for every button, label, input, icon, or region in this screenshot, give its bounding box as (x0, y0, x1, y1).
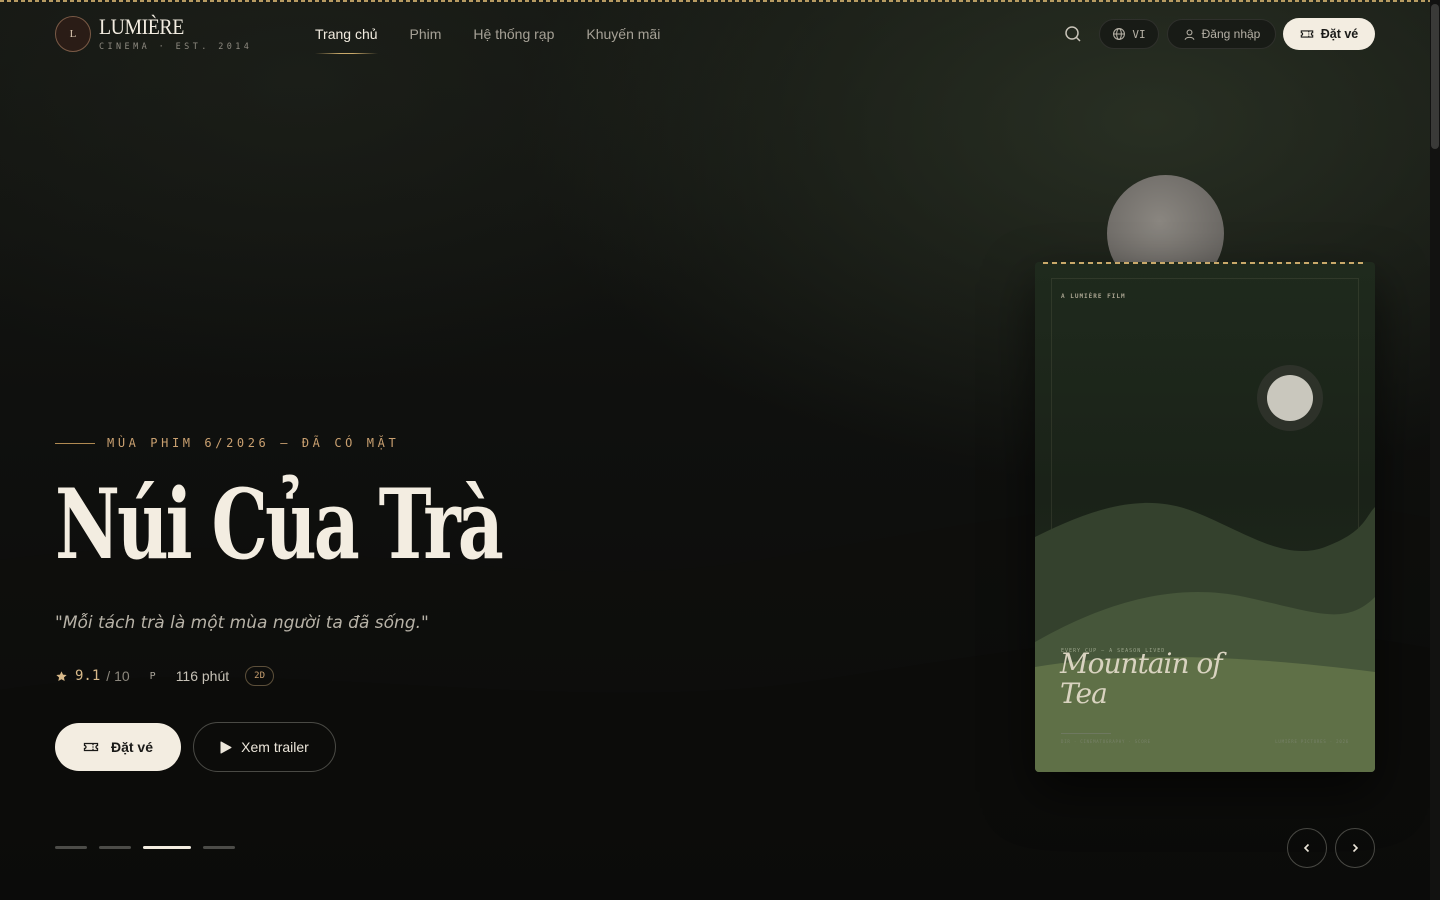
brand-subtitle: CINEMA · EST. 2014 (99, 42, 253, 52)
poster-rule (1061, 733, 1111, 734)
ticket-icon (83, 742, 99, 752)
carousel-dot[interactable] (55, 846, 87, 849)
main-nav: Trang chủ Phim Hệ thống rạp Khuyến mãi (315, 25, 660, 54)
hero-book-button[interactable]: Đặt vé (55, 723, 181, 771)
format-badge: 2D (245, 666, 274, 686)
poster-credits-right: LUMIÈRE PICTURES · 2026 (1275, 739, 1349, 744)
trailer-label: Xem trailer (241, 739, 309, 755)
poster-dashed-border (1043, 262, 1367, 264)
carousel-next-button[interactable] (1335, 828, 1375, 868)
scrollbar-thumb[interactable] (1431, 4, 1439, 149)
chevron-left-icon (1303, 843, 1310, 853)
poster-credits-left: DIR · CINEMATOGRAPHY · SCORE (1061, 739, 1151, 744)
brand-logo[interactable]: L LUMIÈRE CINEMA · EST. 2014 (55, 16, 252, 52)
language-label: VI (1132, 27, 1146, 41)
watch-trailer-button[interactable]: Xem trailer (193, 722, 336, 772)
star-icon (56, 670, 67, 681)
carousel-indicators (55, 846, 235, 849)
search-button[interactable] (1061, 22, 1085, 46)
header-book-button[interactable]: Đặt vé (1283, 18, 1375, 50)
nav-promotions[interactable]: Khuyến mãi (586, 25, 660, 43)
movie-meta: 9.1 / 10 P 116 phút 2D (55, 665, 274, 687)
hero-eyebrow: MÙA PHIM 6/2026 — ĐÃ CÓ MẶT (55, 436, 399, 450)
user-icon (1184, 29, 1195, 40)
duration: 116 phút (175, 668, 230, 684)
header-book-label: Đặt vé (1320, 27, 1359, 41)
globe-icon (1113, 28, 1126, 40)
rating-value: 9.1 (75, 668, 101, 684)
carousel-prev-button[interactable] (1287, 828, 1327, 868)
eyebrow-text: MÙA PHIM 6/2026 — ĐÃ CÓ MẶT (107, 436, 400, 450)
eyebrow-line (55, 442, 95, 444)
brand-name: LUMIÈRE (99, 14, 184, 39)
language-switcher[interactable]: VI (1099, 19, 1159, 49)
play-icon (220, 741, 232, 753)
age-rating: P (149, 670, 156, 682)
movie-poster[interactable]: A LUMIÈRE FILM EVERY CUP — A SEASON LIVE… (1035, 262, 1375, 772)
nav-movies[interactable]: Phim (410, 25, 442, 43)
hero-title: Núi Của Trà (55, 468, 504, 581)
page-scrollbar[interactable] (1430, 0, 1440, 900)
chevron-right-icon (1352, 843, 1359, 853)
hero-tagline: "Mỗi tách trà là một mùa người ta đã sốn… (55, 613, 429, 633)
top-dashed-border (0, 0, 1440, 2)
nav-home[interactable]: Trang chủ (315, 25, 378, 54)
poster-title: Mountain of Tea (1060, 647, 1223, 710)
logo-badge: L (55, 16, 91, 52)
hero-book-label: Đặt vé (110, 739, 154, 755)
nav-cinemas[interactable]: Hệ thống rạp (473, 25, 554, 43)
carousel-dot[interactable] (203, 846, 235, 849)
ticket-icon (1300, 30, 1313, 38)
search-icon (1065, 26, 1081, 42)
carousel-dot-active[interactable] (143, 846, 191, 849)
rating-max: / 10 (106, 668, 130, 684)
login-label: Đăng nhập (1201, 27, 1261, 41)
login-button[interactable]: Đăng nhập (1167, 19, 1276, 49)
carousel-dot[interactable] (99, 846, 131, 849)
